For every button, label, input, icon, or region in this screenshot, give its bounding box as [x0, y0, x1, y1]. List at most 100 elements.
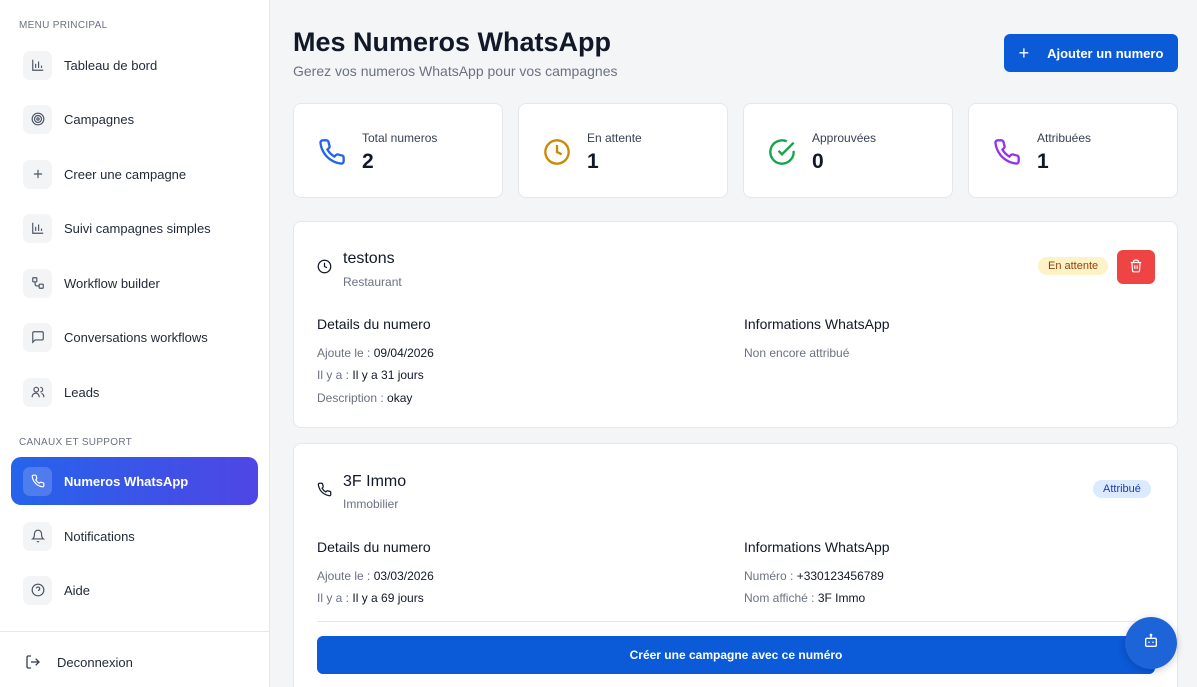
sidebar-item-label: Notifications	[64, 528, 135, 544]
desc-value: okay	[387, 391, 413, 405]
desc-label: Description :	[317, 391, 384, 405]
number-card-3f-immo: 3F Immo Immobilier Attribué Details du n…	[293, 443, 1178, 687]
users-icon	[23, 377, 52, 407]
trash-icon	[1129, 259, 1143, 276]
stat-label: Total numeros	[362, 131, 438, 145]
bar-chart-icon	[23, 213, 52, 243]
page-title: Mes Numeros WhatsApp	[293, 27, 612, 57]
workflow-icon	[23, 268, 52, 298]
details-title: Details du numero	[317, 539, 431, 555]
stat-value: 1	[587, 150, 599, 173]
sidebar-item-label: Campagnes	[64, 111, 135, 127]
sidebar-item-campaigns[interactable]: Campagnes	[11, 95, 258, 143]
bot-icon	[1143, 633, 1159, 654]
stat-label: En attente	[587, 131, 642, 145]
added-date: Ajoute le : 09/04/2026	[317, 346, 434, 360]
ago-label: Il y a :	[317, 368, 350, 382]
number-category: Immobilier	[343, 497, 399, 511]
number-name: testons	[343, 250, 395, 267]
whatsapp-number: Numéro : +330123456789	[744, 569, 884, 583]
added-label: Ajoute le :	[317, 569, 371, 583]
help-circle-icon	[23, 575, 52, 605]
sidebar-item-workflow-conversations[interactable]: Conversations workflows	[11, 313, 258, 361]
added-ago: Il y a : Il y a 69 jours	[317, 591, 424, 605]
sidebar-item-label: Creer une campagne	[64, 166, 187, 182]
added-value: 03/03/2026	[373, 569, 434, 583]
plus-icon: +	[1018, 43, 1030, 63]
details-title: Details du numero	[317, 316, 431, 332]
main-content: Mes Numeros WhatsApp Gerez vos numeros W…	[270, 0, 1197, 687]
sidebar-item-dashboard[interactable]: Tableau de bord	[11, 41, 258, 89]
sidebar-item-campaign-tracking[interactable]: Suivi campagnes simples	[11, 204, 258, 252]
message-icon	[23, 322, 52, 352]
stat-card-pending: En attente 1	[518, 103, 728, 198]
create-campaign-button[interactable]: Créer une campagne avec ce numéro	[317, 636, 1155, 674]
app-root: MENU PRINCIPAL Tableau de bord Campagnes…	[0, 0, 1197, 687]
page-subtitle: Gerez vos numeros WhatsApp pour vos camp…	[293, 63, 618, 79]
added-ago: Il y a : Il y a 31 jours	[317, 368, 424, 382]
sidebar-item-notifications[interactable]: Notifications	[11, 512, 258, 560]
clock-icon	[317, 259, 332, 279]
phone-icon	[318, 138, 346, 171]
sidebar-item-label: Suivi campagnes simples	[64, 220, 211, 236]
added-value: 09/04/2026	[373, 346, 434, 360]
sidebar-item-label: Conversations workflows	[64, 329, 208, 345]
ago-value: Il y a 69 jours	[352, 591, 424, 605]
sidebar-item-workflow-builder[interactable]: Workflow builder	[11, 259, 258, 307]
stat-value: 1	[1037, 150, 1049, 173]
status-badge: Attribué	[1093, 480, 1151, 498]
phone-icon	[317, 482, 332, 502]
display-label: Nom affiché :	[744, 591, 815, 605]
bar-chart-icon	[23, 50, 52, 80]
number-name: 3F Immo	[343, 473, 407, 490]
sidebar-item-label: Tableau de bord	[64, 57, 158, 73]
stat-label: Approuvées	[812, 131, 877, 145]
stats-row: Total numeros 2 En attente 1 Approuvées …	[293, 103, 1178, 198]
display-value: 3F Immo	[817, 591, 866, 605]
card-divider	[317, 621, 1155, 622]
plus-icon	[23, 159, 52, 189]
added-label: Ajoute le :	[317, 346, 371, 360]
phone-icon	[993, 138, 1021, 171]
stat-card-assigned: Attribuées 1	[968, 103, 1178, 198]
ago-value: Il y a 31 jours	[352, 368, 424, 382]
whatsapp-info-status: Non encore attribué	[744, 346, 850, 360]
number-category: Restaurant	[343, 275, 402, 289]
stat-value: 2	[362, 150, 374, 173]
sidebar-item-help[interactable]: Aide	[11, 566, 258, 614]
logout-button[interactable]: Deconnexion	[25, 654, 133, 670]
sidebar-item-whatsapp-numbers[interactable]: Numeros WhatsApp	[11, 457, 258, 505]
sidebar-item-create-campaign[interactable]: Creer une campagne	[11, 150, 258, 198]
assistant-button[interactable]	[1125, 617, 1177, 669]
sidebar: MENU PRINCIPAL Tableau de bord Campagnes…	[0, 0, 270, 687]
stat-value: 0	[812, 150, 824, 173]
target-icon	[23, 104, 52, 134]
stat-card-total: Total numeros 2	[293, 103, 503, 198]
delete-button[interactable]	[1117, 250, 1155, 284]
sidebar-item-label: Numeros WhatsApp	[64, 473, 189, 489]
whatsapp-info-title: Informations WhatsApp	[744, 316, 890, 332]
ago-label: Il y a :	[317, 591, 350, 605]
number-value: +330123456789	[796, 569, 884, 583]
check-circle-icon	[768, 138, 796, 171]
whatsapp-info-title: Informations WhatsApp	[744, 539, 890, 555]
sidebar-item-label: Aide	[64, 582, 91, 598]
whatsapp-display-name: Nom affiché : 3F Immo	[744, 591, 865, 605]
stat-label: Attribuées	[1037, 131, 1092, 145]
clock-icon	[543, 138, 571, 171]
stat-card-approved: Approuvées 0	[743, 103, 953, 198]
sidebar-item-leads[interactable]: Leads	[11, 368, 258, 416]
added-date: Ajoute le : 03/03/2026	[317, 569, 434, 583]
number-card-testons: testons Restaurant En attente Details du…	[293, 221, 1178, 428]
section-title-channels: CANAUX ET SUPPORT	[19, 437, 133, 448]
section-title-main: MENU PRINCIPAL	[19, 20, 108, 31]
add-number-button[interactable]: + Ajouter un numero	[1004, 34, 1178, 72]
status-badge: En attente	[1038, 257, 1109, 275]
add-number-label: Ajouter un numero	[1047, 45, 1164, 61]
sidebar-item-label: Workflow builder	[64, 275, 160, 291]
sidebar-item-label: Leads	[64, 384, 100, 400]
sidebar-footer: Deconnexion	[0, 631, 270, 687]
logout-icon	[25, 654, 41, 670]
bell-icon	[23, 521, 52, 551]
logout-label: Deconnexion	[57, 654, 133, 670]
